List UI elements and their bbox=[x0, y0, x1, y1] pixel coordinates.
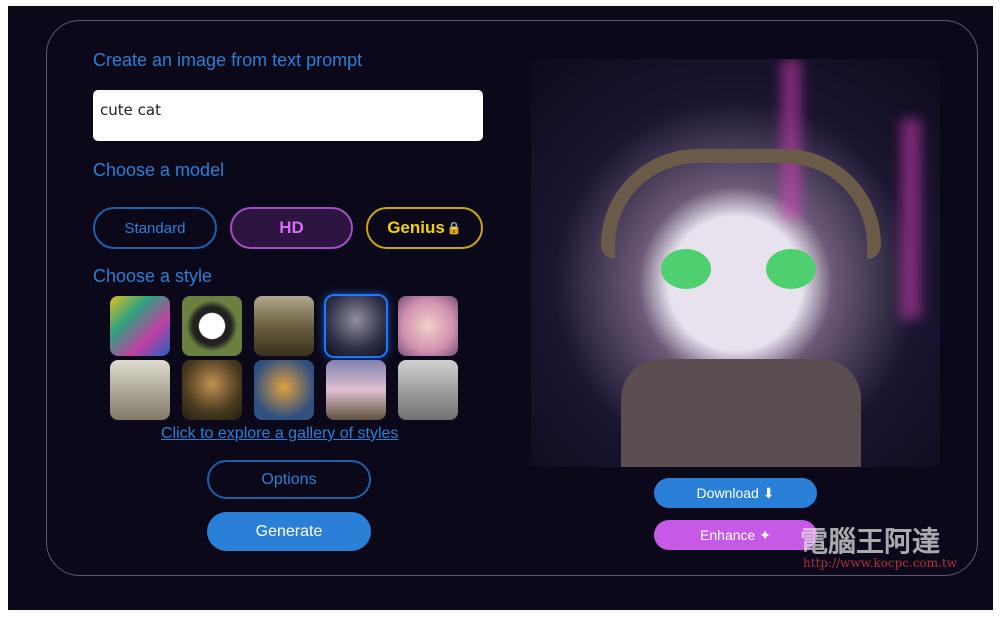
enhance-button[interactable]: Enhance ✦ bbox=[654, 520, 817, 550]
lock-icon: 🔒 bbox=[446, 221, 462, 235]
watermark-logo: 電腦王阿達 bbox=[800, 525, 941, 558]
genius-label: Genius bbox=[387, 218, 445, 237]
prompt-heading: Create an image from text prompt bbox=[93, 50, 363, 70]
style-tile-sketch-car[interactable] bbox=[110, 360, 170, 420]
style-heading: Choose a style bbox=[93, 266, 213, 286]
download-button[interactable]: Download ⬇ bbox=[654, 478, 817, 508]
generate-button[interactable]: Generate bbox=[207, 512, 371, 551]
prompt-input[interactable]: cute cat bbox=[93, 90, 483, 141]
style-tile-robot[interactable] bbox=[326, 296, 386, 356]
style-tile-city-sketch[interactable] bbox=[398, 360, 458, 420]
watermark-url: http://www.kocpc.com.tw bbox=[803, 556, 958, 570]
model-hd-button[interactable]: HD bbox=[230, 207, 353, 249]
style-tile-anime[interactable] bbox=[398, 296, 458, 356]
model-heading: Choose a model bbox=[93, 160, 225, 180]
style-tile-dancers[interactable] bbox=[326, 360, 386, 420]
style-tile-landscape[interactable] bbox=[254, 296, 314, 356]
style-tile-flowers[interactable] bbox=[254, 360, 314, 420]
style-tile-panda[interactable] bbox=[182, 296, 242, 356]
style-gallery-link[interactable]: Click to explore a gallery of styles bbox=[161, 425, 398, 443]
model-standard-button[interactable]: Standard bbox=[93, 207, 217, 249]
generated-image bbox=[531, 59, 940, 467]
style-tile-abstract[interactable] bbox=[110, 296, 170, 356]
options-button[interactable]: Options bbox=[207, 460, 371, 499]
style-tile-mona-lisa[interactable] bbox=[182, 360, 242, 420]
model-genius-button[interactable]: Genius 🔒 bbox=[366, 207, 483, 249]
